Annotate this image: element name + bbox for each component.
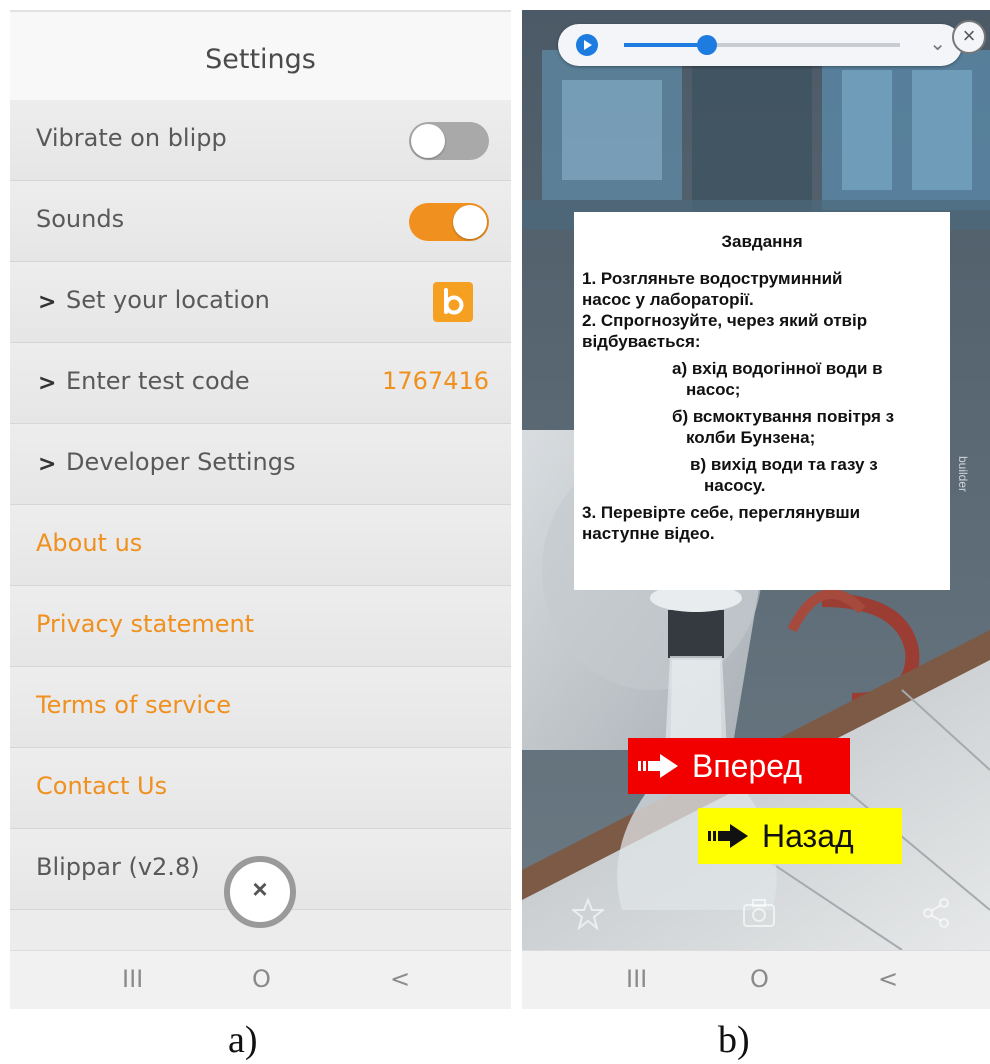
- close-icon[interactable]: ×: [952, 20, 986, 54]
- settings-list: Vibrate on blipp Sounds > Set your locat…: [10, 100, 511, 910]
- forward-label: Вперед: [692, 748, 803, 784]
- setting-label: Set your location: [66, 286, 270, 314]
- about-us-link[interactable]: About us: [10, 505, 511, 586]
- task-line: насосу.: [704, 476, 766, 495]
- android-nav-bar: III O <: [10, 950, 511, 1009]
- blippar-b-icon[interactable]: [433, 282, 473, 322]
- recent-apps-icon[interactable]: III: [626, 965, 647, 993]
- seek-progress: [624, 43, 707, 47]
- setting-label: Sounds: [36, 205, 125, 233]
- contact-us-link[interactable]: Contact Us: [10, 748, 511, 829]
- task-line: 3. Перевірте себе, переглянувши: [582, 503, 861, 522]
- settings-screen: Settings Vibrate on blipp Sounds > Set y…: [10, 10, 511, 1009]
- chevron-right-icon: >: [38, 371, 57, 396]
- setting-row-test-code[interactable]: > Enter test code 1767416: [10, 343, 511, 424]
- home-icon[interactable]: O: [252, 965, 271, 993]
- toggle-knob: [411, 124, 445, 158]
- star-icon[interactable]: [572, 898, 604, 930]
- version-label: Blippar (v2.8): [36, 853, 200, 881]
- link-label: Privacy statement: [36, 610, 255, 638]
- privacy-statement-link[interactable]: Privacy statement: [10, 586, 511, 667]
- caption-b: b): [718, 1019, 750, 1061]
- task-line: б) всмоктування повітря з: [672, 407, 895, 426]
- android-nav-bar: III O <: [522, 950, 990, 1009]
- setting-label: Developer Settings: [66, 448, 296, 476]
- task-title: Завдання: [721, 232, 803, 251]
- setting-row-sounds[interactable]: Sounds: [10, 181, 511, 262]
- chevron-right-icon: >: [38, 452, 57, 477]
- test-code-value: 1767416: [382, 367, 489, 395]
- recent-apps-icon[interactable]: III: [122, 965, 143, 993]
- toggle-knob: [453, 205, 487, 239]
- setting-row-developer[interactable]: > Developer Settings: [10, 424, 511, 505]
- play-icon[interactable]: [576, 34, 598, 56]
- share-icon[interactable]: [922, 898, 950, 928]
- back-icon[interactable]: <: [878, 965, 898, 993]
- vibrate-toggle[interactable]: [409, 122, 489, 160]
- back-button[interactable]: Назад: [698, 808, 902, 864]
- back-icon[interactable]: <: [390, 965, 410, 993]
- task-line: колби Бунзена;: [686, 428, 816, 447]
- close-icon: ×: [252, 874, 268, 904]
- link-label: Contact Us: [36, 772, 168, 800]
- task-line: наступне відео.: [582, 524, 715, 543]
- camera-icon[interactable]: [742, 898, 776, 928]
- task-card: Завдання 1. Розгляньте водоструминний на…: [574, 212, 950, 590]
- setting-label: Vibrate on blipp: [36, 124, 227, 152]
- link-label: About us: [36, 529, 143, 557]
- page-title: Settings: [205, 44, 316, 75]
- home-icon[interactable]: O: [750, 965, 769, 993]
- setting-row-location[interactable]: > Set your location: [10, 262, 511, 343]
- video-player-bar: ⌄: [558, 24, 962, 66]
- task-line: насос у лабораторії.: [582, 290, 754, 309]
- close-settings-button[interactable]: ×: [224, 856, 296, 928]
- link-label: Terms of service: [36, 691, 232, 719]
- ar-video-screen: ⌄ × Завдання 1. Розгляньте водоструминни…: [522, 10, 990, 1009]
- task-line: в) вихід води та газу з: [690, 455, 878, 474]
- chevron-down-icon[interactable]: ⌄: [929, 31, 946, 56]
- terms-of-service-link[interactable]: Terms of service: [10, 667, 511, 748]
- forward-button[interactable]: Вперед: [628, 738, 850, 794]
- arrow-right-icon: [638, 754, 678, 778]
- setting-label: Enter test code: [66, 367, 250, 395]
- settings-header: Settings: [10, 10, 511, 100]
- caption-a: a): [228, 1019, 258, 1061]
- seek-thumb[interactable]: [696, 35, 717, 55]
- task-line: відбувається:: [582, 332, 701, 351]
- setting-row-vibrate[interactable]: Vibrate on blipp: [10, 100, 511, 181]
- chevron-right-icon: >: [38, 290, 57, 315]
- arrow-right-icon: [708, 824, 748, 848]
- task-line: а) вхід водогінної води в: [672, 359, 883, 378]
- builder-watermark: builder: [956, 456, 970, 493]
- back-label: Назад: [762, 818, 854, 854]
- sounds-toggle[interactable]: [409, 203, 489, 241]
- task-line: 2. Спрогнозуйте, через який отвір: [582, 311, 868, 330]
- task-line: насос;: [686, 380, 741, 399]
- task-line: 1. Розгляньте водоструминний: [582, 269, 843, 288]
